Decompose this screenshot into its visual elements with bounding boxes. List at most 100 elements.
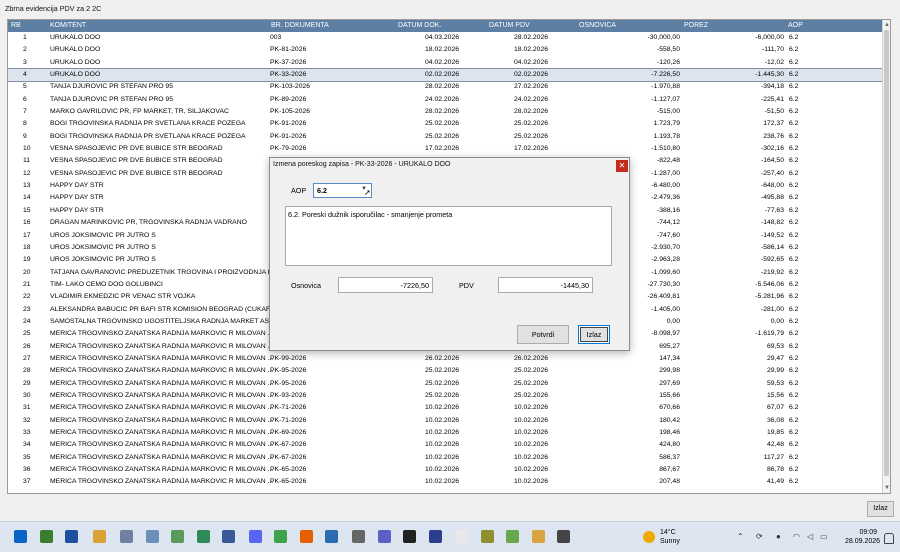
save-icon[interactable] [65,530,78,543]
row-aop: 6.2 [789,280,799,288]
row-porez: -281,00 [760,305,784,313]
aop-description-field[interactable]: 6.2. Poreski dužnik isporučilac - smanje… [285,206,612,266]
row-porez: -592,65 [760,256,784,264]
confirm-button[interactable]: Potvrdi [517,325,569,344]
notepad-icon[interactable] [171,530,184,543]
table-row[interactable]: 3 URUKALO DOO PK-37-2026 04.02.2026 04.02.20… [8,57,883,69]
table-row[interactable]: 37 MERICA TRGOVINSKO ZANATSKA RADNJA MARK… [8,476,883,488]
firefox-icon[interactable] [300,530,313,543]
database-icon[interactable] [120,530,133,543]
row-datum-dok: 02.02.2026 [425,71,460,79]
row-datum-dok: 10.02.2026 [425,416,460,424]
row-porez: -149,52 [760,231,784,239]
table-row[interactable]: 1 URUKALO DOO 003 04.03.2026 28.02.2026 -30,0… [8,32,883,44]
row-komitent: TATJANA GAVRANOVIĆ PREDUZETNIK TRGOVINA … [50,268,274,276]
microphone-icon[interactable]: ● [776,532,781,541]
table-row[interactable]: 9 BOGI TRGOVINSKA RADNJA PR SVETLANA KRAC… [8,131,883,143]
mail-icon[interactable] [146,530,159,543]
aop-selected-value: 6.2 [317,186,327,195]
download-icon[interactable] [506,530,519,543]
chat-icon[interactable] [274,530,287,543]
table-row[interactable]: 32 MERICA TRGOVINSKO ZANATSKA RADNJA MARK… [8,415,883,427]
table-row[interactable]: 27 MERICA TRGOVINSKO ZANATSKA RADNJA MARK… [8,353,883,365]
table-row[interactable]: 6 TANJA DJUROVIC PR STEFAN PRO 95 PK-89-20… [8,94,883,106]
row-porez: -219,92 [760,268,784,276]
row-datum-dok: 17.02.2026 [425,145,460,153]
notification-icon[interactable] [884,533,894,544]
row-osnovica: 670,66 [659,404,680,412]
ms-icon[interactable] [325,530,338,543]
table-row-selected[interactable]: 4 URUKALO DOO PK-33-2026 02.02.2026 02.02.20… [8,68,884,83]
document-icon[interactable] [455,530,468,543]
col-header-rb[interactable]: RB [11,22,21,29]
row-osnovica: 586,37 [659,453,680,461]
col-header-br-dokumenta[interactable]: BR. DOKUMENTA [271,22,329,29]
weather-widget[interactable]: 14°C Sunny [660,528,680,546]
media-icon[interactable] [429,530,442,543]
windows-start-icon[interactable] [14,530,27,543]
table-row[interactable]: 7 MARKO GAVRILOVIC PR, FP MARKET, TR, SIL… [8,106,883,118]
row-rb: 18 [23,243,31,251]
osnovica-input[interactable]: -7226,50 [338,277,433,293]
explorer-icon[interactable] [532,530,545,543]
pdv-input[interactable]: -1445,30 [498,277,593,293]
col-header-porez[interactable]: POREZ [684,22,708,29]
row-aop: 6.2 [789,354,799,362]
tools-icon[interactable] [352,530,365,543]
table-row[interactable]: 28 MERICA TRGOVINSKO ZANATSKA RADNJA MARK… [8,365,883,377]
app-icon[interactable] [40,530,53,543]
row-aop: 6.2 [789,416,799,424]
scroll-down-icon[interactable]: ▼ [884,485,890,491]
teams-icon[interactable] [378,530,391,543]
row-komitent: UROŠ JOKSIMOVIĆ PR JUTRO S [50,256,156,264]
table-row[interactable]: 31 MERICA TRGOVINSKO ZANATSKA RADNJA MARK… [8,402,883,414]
sync-icon[interactable]: ⟳ [756,532,763,541]
folder-icon[interactable] [93,530,106,543]
col-header-datum-pdv[interactable]: DATUM PDV [489,22,530,29]
close-icon[interactable]: ✕ [616,160,628,172]
row-rb: 32 [23,416,31,424]
aop-label: AOP [291,186,307,195]
table-row[interactable]: 8 BOGI TRGOVINSKA RADNJA PR SVETLANA KRAC… [8,118,883,130]
row-aop: 6.2 [789,145,799,153]
table-row[interactable]: 36 MERICA TRGOVINSKO ZANATSKA RADNJA MARK… [8,464,883,476]
ms-chat-icon[interactable] [249,530,262,543]
archive-icon[interactable] [481,530,494,543]
battery-icon[interactable]: ▭ [820,532,828,541]
row-aop: 6.2 [789,429,799,436]
vertical-scrollbar[interactable]: ▲ ▼ [882,20,890,493]
row-datum-dok: 28.02.2026 [425,108,460,116]
row-rb: 7 [23,108,27,116]
col-header-osnovica[interactable]: OSNOVICA [579,22,616,29]
chevron-up-icon[interactable]: ⌃ [737,532,744,541]
terminal-icon[interactable] [557,530,570,543]
exit-button[interactable]: Izlaz [867,501,894,517]
sun-icon[interactable] [643,531,655,543]
user-app-icon[interactable] [222,530,235,543]
scrollbar-thumb[interactable] [884,30,889,476]
col-header-aop[interactable]: AOP [788,22,803,29]
wifi-icon[interactable]: ◠ [793,532,800,541]
dialog-exit-button[interactable]: Izlaz [578,325,610,344]
row-osnovica: 867,67 [659,466,680,474]
table-row[interactable]: 30 MERICA TRGOVINSKO ZANATSKA RADNJA MARK… [8,390,883,402]
table-row[interactable]: 33 MERICA TRGOVINSKO ZANATSKA RADNJA MARK… [8,427,883,439]
row-aop: 6.2 [789,453,799,461]
table-row[interactable]: 2 URUKALO DOO PK-81-2026 18.02.2026 18.02.20… [8,44,883,56]
table-row[interactable]: 34 MERICA TRGOVINSKO ZANATSKA RADNJA MARK… [8,439,883,451]
osnovica-label: Osnovica [291,281,321,290]
github-icon[interactable] [403,530,416,543]
table-row[interactable]: 29 MERICA TRGOVINSKO ZANATSKA RADNJA MARK… [8,378,883,390]
row-datum-dok: 10.02.2026 [425,478,460,486]
col-header-datum-dok[interactable]: DATUM DOK. [398,22,441,29]
scroll-up-icon[interactable]: ▲ [884,22,890,28]
col-header-komitent[interactable]: KOMITENT [50,22,86,29]
table-row[interactable]: 5 TANJA DJUROVIC PR STEFAN PRO 95 PK-103-2… [8,81,883,93]
row-rb: 6 [23,95,27,103]
volume-icon[interactable]: ◁ [807,532,813,541]
table-row[interactable]: 35 MERICA TRGOVINSKO ZANATSKA RADNJA MARK… [8,452,883,464]
clock[interactable]: 09:09 28.09.2026 [845,528,880,546]
spreadsheet-icon[interactable] [197,530,210,543]
table-row[interactable]: 10 VESNA SPASOJEVIC PR DVE BUBICE STR BEO… [8,143,883,155]
row-komitent: HAPPY DAY STR [50,194,104,202]
